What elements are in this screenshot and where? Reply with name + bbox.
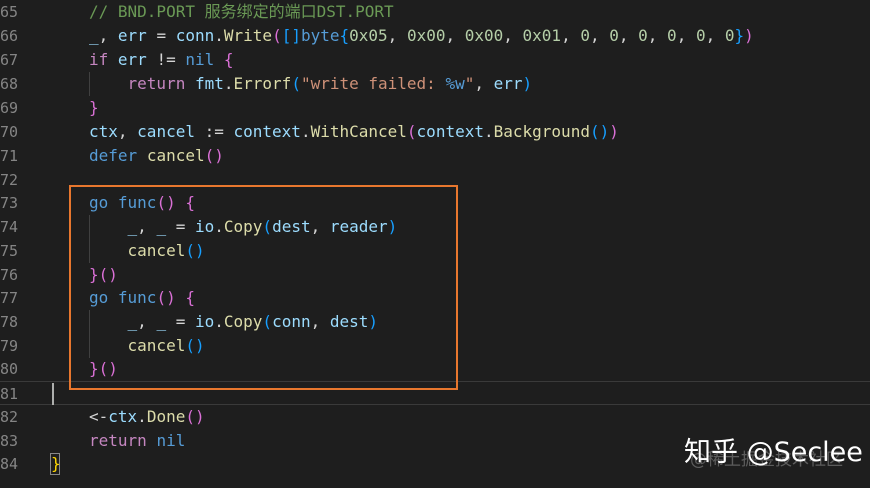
code-text: <-ctx.Done() [89, 407, 205, 426]
code-line-67: 67 if err != nil { [0, 48, 870, 72]
text-cursor [52, 383, 54, 405]
line-number: 66 [0, 27, 19, 45]
line-number: 68 [0, 75, 19, 93]
code-line-69: 69 } [0, 96, 870, 120]
line-number: 76 [0, 266, 19, 284]
code-text: _, err = conn.Write([]byte{0x05, 0x00, 0… [89, 26, 754, 45]
line-number: 67 [0, 51, 19, 69]
bracket-match-box [50, 453, 60, 475]
line-number: 83 [0, 432, 19, 450]
line-number: 79 [0, 337, 19, 355]
code-line-82: 82 <-ctx.Done() [0, 405, 870, 429]
line-number: 69 [0, 99, 19, 117]
line-number: 75 [0, 242, 19, 260]
code-line-68: 68 return fmt.Errorf("write failed: %w",… [0, 72, 870, 96]
line-number: 72 [0, 171, 19, 189]
line-number: 78 [0, 313, 19, 331]
code-comment: // BND.PORT 服务绑定的端口DST.PORT [89, 2, 394, 21]
line-number: 81 [0, 385, 19, 403]
line-number: 84 [0, 455, 19, 473]
line-number: 71 [0, 147, 19, 165]
line-number: 80 [0, 360, 19, 378]
code-editor[interactable]: 65 // BND.PORT 服务绑定的端口DST.PORT 66 _, err… [0, 0, 870, 488]
line-number: 73 [0, 194, 19, 212]
line-number: 70 [0, 123, 19, 141]
code-text: } [89, 98, 99, 117]
annotation-highlight-box [69, 185, 458, 390]
code-text: return fmt.Errorf("write failed: %w", er… [127, 74, 533, 93]
code-line-66: 66 _, err = conn.Write([]byte{0x05, 0x00… [0, 24, 870, 48]
code-line-71: 71 defer cancel() [0, 144, 870, 168]
code-line-65: 65 // BND.PORT 服务绑定的端口DST.PORT [0, 0, 870, 24]
line-number: 65 [0, 3, 19, 21]
watermark: 知乎 @Seclee [684, 437, 863, 468]
code-text: ctx, cancel := context.WithCancel(contex… [89, 122, 619, 141]
line-number: 82 [0, 408, 19, 426]
line-number: 77 [0, 289, 19, 307]
code-text: if err != nil { [89, 50, 234, 69]
code-text: return nil [89, 431, 186, 450]
line-number: 74 [0, 218, 19, 236]
code-line-70: 70 ctx, cancel := context.WithCancel(con… [0, 120, 870, 144]
code-text: defer cancel() [89, 146, 224, 165]
